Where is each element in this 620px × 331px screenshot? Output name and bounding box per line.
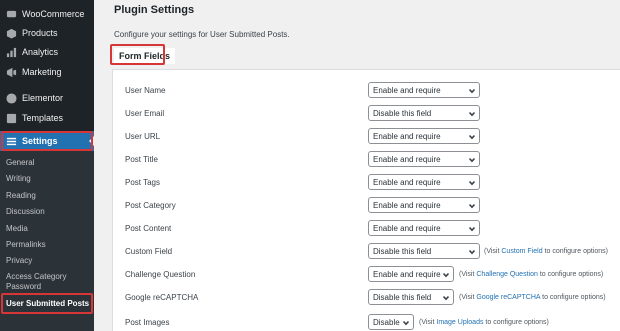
visit-prefix: (Visit <box>459 294 477 301</box>
field-label-user-url: User URL <box>125 132 161 141</box>
field-label-user-name: User Name <box>125 86 166 95</box>
products-icon <box>6 28 17 39</box>
field-label-post-images: Post Images <box>125 318 170 327</box>
menu-item-label: WooCommerce <box>22 9 85 19</box>
visit-prefix: (Visit <box>459 271 477 278</box>
submenu-item-permalinks[interactable]: Permalinks <box>6 240 46 250</box>
select-value: Disable this field <box>373 246 432 256</box>
select-value: Disable this field <box>373 292 432 302</box>
select-user-name[interactable]: Enable and require <box>368 82 480 98</box>
chevron-down-icon <box>468 179 476 186</box>
page-title: Plugin Settings <box>114 4 195 16</box>
select-value: Enable and require <box>373 223 441 233</box>
woocommerce-icon <box>6 9 17 20</box>
elementor-icon <box>6 92 17 104</box>
menu-item-templates[interactable]: Templates <box>0 108 94 128</box>
menu-item-woocommerce[interactable]: WooCommerce <box>0 4 94 24</box>
select-google-recaptcha[interactable]: Disable this field <box>368 289 454 305</box>
visit-suffix: to configure options) <box>540 294 606 301</box>
select-post-images[interactable]: Disable <box>368 314 414 330</box>
select-value: Disable <box>373 317 400 327</box>
chevron-down-icon <box>468 133 476 140</box>
visit-suffix: to configure options) <box>483 319 549 326</box>
select-value: Enable and require <box>373 131 441 141</box>
select-value: Enable and require <box>373 85 441 95</box>
select-custom-field[interactable]: Disable this field <box>368 243 480 259</box>
visit-suffix: to configure options) <box>542 248 608 255</box>
visit-note-challenge-question: (Visit Challenge Question to configure o… <box>459 271 603 278</box>
google-recaptcha-link[interactable]: Google reCAPTCHA <box>476 294 540 301</box>
field-label-custom-field: Custom Field <box>125 247 173 256</box>
form-fields-panel: User Name Enable and require User Email … <box>112 69 620 331</box>
submenu-item-discussion[interactable]: Discussion <box>6 207 45 217</box>
submenu-item-general[interactable]: General <box>6 158 34 168</box>
chevron-down-icon <box>442 294 450 301</box>
submenu-item-reading[interactable]: Reading <box>6 191 36 201</box>
settings-highlight-box <box>1 131 93 151</box>
select-user-url[interactable]: Enable and require <box>368 128 480 144</box>
chevron-down-icon <box>402 319 410 326</box>
menu-item-label: Elementor <box>22 93 64 103</box>
field-label-post-category: Post Category <box>125 201 176 210</box>
visit-prefix: (Visit <box>419 319 437 326</box>
select-post-content[interactable]: Enable and require <box>368 220 480 236</box>
visit-suffix: to configure options) <box>537 271 604 278</box>
analytics-icon <box>6 47 17 58</box>
select-challenge-question[interactable]: Enable and require <box>368 266 454 282</box>
usp-highlight-box <box>1 293 93 314</box>
visit-note-google-recaptcha: (Visit Google reCAPTCHA to configure opt… <box>459 294 606 301</box>
menu-item-label: Templates <box>22 113 64 123</box>
page-description: Configure your settings for User Submitt… <box>114 30 290 39</box>
field-label-post-content: Post Content <box>125 224 172 233</box>
submenu-item-access-category-password[interactable]: Access Category Password <box>6 272 90 292</box>
submenu-item-writing[interactable]: Writing <box>6 174 31 184</box>
chevron-down-icon <box>442 271 450 278</box>
menu-item-label: Analytics <box>22 47 59 57</box>
select-post-tags[interactable]: Enable and require <box>368 174 480 190</box>
visit-note-post-images: (Visit Image Uploads to configure option… <box>419 319 549 326</box>
field-label-google-recaptcha: Google reCAPTCHA <box>125 293 199 302</box>
field-label-challenge-question: Challenge Question <box>125 270 196 279</box>
select-value: Enable and require <box>373 269 441 279</box>
chevron-down-icon <box>468 202 476 209</box>
menu-item-label: Marketing <box>22 67 62 77</box>
menu-item-label: Products <box>22 28 58 38</box>
field-label-user-email: User Email <box>125 109 165 118</box>
menu-item-analytics[interactable]: Analytics <box>0 42 94 62</box>
menu-item-marketing[interactable]: Marketing <box>0 62 94 82</box>
chevron-down-icon <box>468 110 476 117</box>
submenu-item-media[interactable]: Media <box>6 224 28 234</box>
form-fields-highlight-box <box>110 44 165 65</box>
menu-item-elementor[interactable]: Elementor <box>0 88 94 108</box>
custom-field-link[interactable]: Custom Field <box>501 248 542 255</box>
templates-icon <box>6 113 17 124</box>
select-post-title[interactable]: Enable and require <box>368 151 480 167</box>
main-content: Plugin Settings Configure your settings … <box>94 0 620 331</box>
select-value: Enable and require <box>373 154 441 164</box>
submenu-item-privacy[interactable]: Privacy <box>6 256 32 266</box>
select-user-email[interactable]: Disable this field <box>368 105 480 121</box>
chevron-down-icon <box>468 87 476 94</box>
chevron-down-icon <box>468 248 476 255</box>
chevron-down-icon <box>468 156 476 163</box>
select-value: Enable and require <box>373 200 441 210</box>
challenge-question-link[interactable]: Challenge Question <box>476 271 538 278</box>
select-value: Enable and require <box>373 177 441 187</box>
menu-item-products[interactable]: Products <box>0 23 94 43</box>
image-uploads-link[interactable]: Image Uploads <box>436 319 483 326</box>
field-label-post-tags: Post Tags <box>125 178 160 187</box>
field-label-post-title: Post Title <box>125 155 158 164</box>
visit-prefix: (Visit <box>484 248 502 255</box>
marketing-icon <box>6 67 17 78</box>
select-post-category[interactable]: Enable and require <box>368 197 480 213</box>
visit-note-custom-field: (Visit Custom Field to configure options… <box>484 248 608 255</box>
select-value: Disable this field <box>373 108 432 118</box>
admin-sidebar: WooCommerce Products Analytics Marketing… <box>0 0 94 331</box>
chevron-down-icon <box>468 225 476 232</box>
